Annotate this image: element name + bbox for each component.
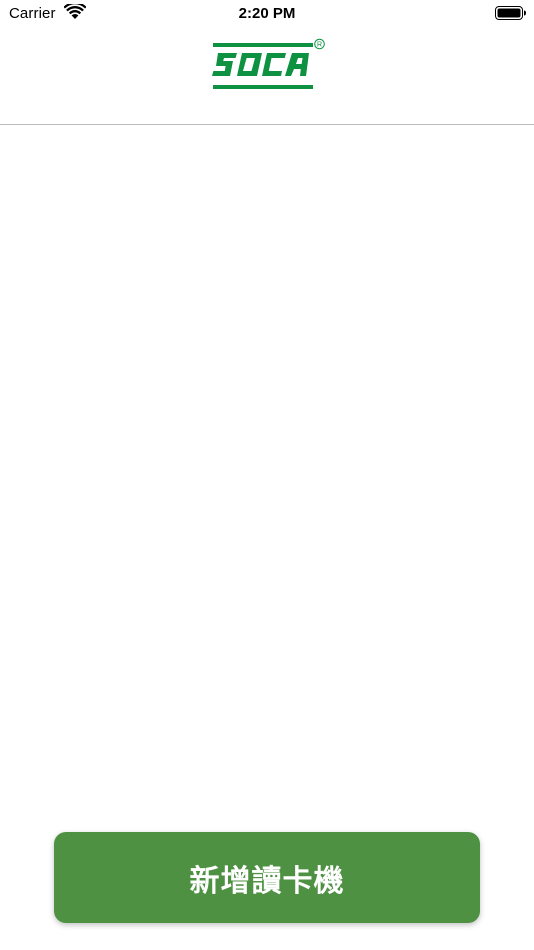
- nav-bar: R: [0, 30, 534, 125]
- clock-time: 2:20 PM: [238, 5, 296, 22]
- battery-full-icon: [495, 6, 526, 20]
- status-bar: Carrier 2:20 PM: [0, 0, 534, 30]
- reader-list-area: [0, 125, 534, 825]
- add-card-reader-button[interactable]: 新增讀卡機: [54, 832, 480, 923]
- svg-text:R: R: [317, 42, 322, 49]
- soca-logo: R: [212, 38, 325, 89]
